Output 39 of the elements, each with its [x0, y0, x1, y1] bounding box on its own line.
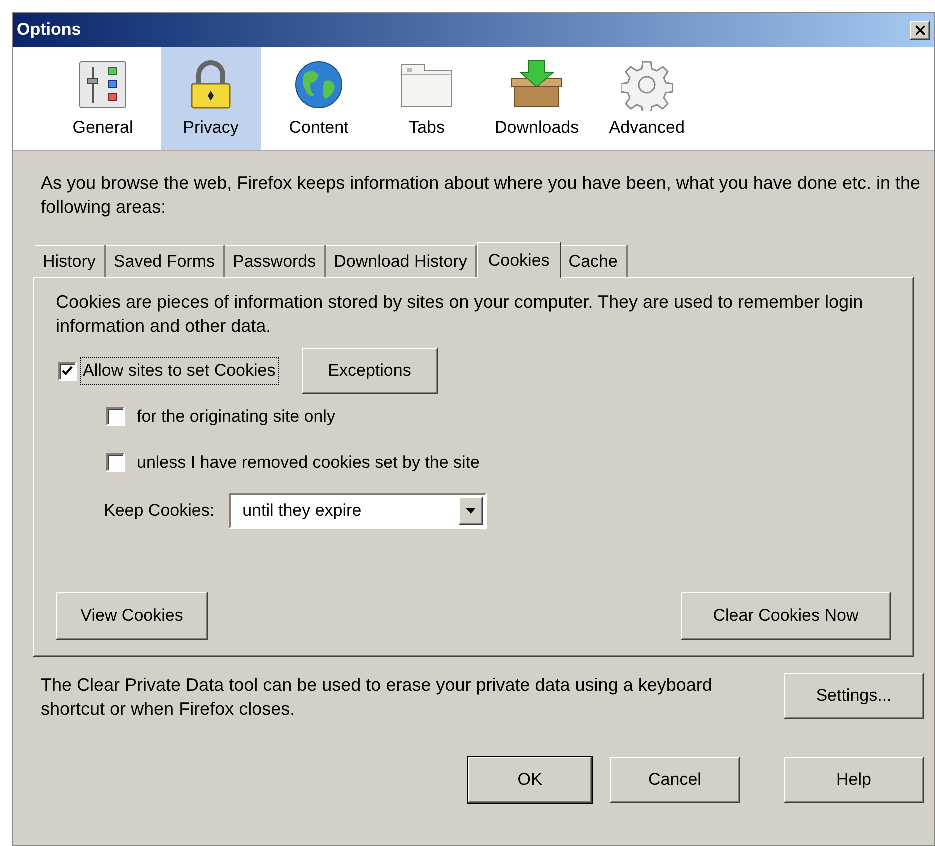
checkmark-icon [62, 366, 73, 376]
dialog-button[interactable]: Cancel [610, 757, 740, 803]
dialog-button[interactable]: Help [784, 757, 924, 803]
tab[interactable]: Saved Forms [106, 245, 225, 277]
clear-cookies-button[interactable]: Clear Cookies Now [681, 592, 891, 640]
toolbar-pane-button[interactable]: Tabs [377, 47, 477, 150]
private-data-text: The Clear Private Data tool can be used to erase your private data using a keyboard shortcut or when Firefox closes. [41, 674, 714, 721]
sliders-icon [77, 58, 129, 110]
toolbar-pane-button[interactable]: Privacy [161, 47, 261, 150]
checkbox[interactable] [106, 452, 125, 472]
view-cookies-button[interactable]: View Cookies [56, 592, 208, 640]
settings-button[interactable]: Settings... [784, 673, 924, 719]
tab[interactable]: History [35, 245, 106, 277]
tab[interactable]: Cookies [477, 242, 561, 278]
cookies-description: Cookies are pieces of information stored by sites on your computer. They are used to remember login information and other data. [56, 291, 864, 338]
close-button[interactable] [910, 20, 930, 40]
dropdown-arrow-button[interactable] [458, 497, 483, 525]
keep-cookies-label: Keep Cookies: [104, 500, 215, 522]
dialog-button[interactable]: OK [468, 757, 592, 803]
globe-icon [293, 58, 345, 110]
checkbox-label[interactable]: for the originating site only [137, 404, 336, 430]
exceptions-button[interactable]: Exceptions [302, 348, 438, 394]
keep-cookies-dropdown[interactable]: until they expire [228, 493, 487, 529]
toolbar-pane-button[interactable]: Content [269, 47, 369, 150]
toolbar-pane-button[interactable]: General [53, 47, 153, 150]
checkbox-label[interactable]: Allow sites to set Cookies [81, 358, 278, 384]
tab[interactable]: Download History [326, 245, 478, 277]
dropdown-arrow-icon [466, 508, 476, 514]
tab[interactable]: Cache [560, 245, 628, 277]
tab[interactable]: Passwords [225, 245, 326, 277]
checkbox-label[interactable]: unless I have removed cookies set by the site [137, 450, 480, 475]
toolbar-pane-button[interactable]: Advanced [597, 47, 698, 150]
checkbox[interactable] [106, 407, 125, 426]
box-download-icon [509, 58, 566, 110]
checkbox[interactable] [58, 362, 77, 380]
intro-text: As you browse the web, Firefox keeps information about where you have been, what you have done etc. in the following areas: [41, 172, 921, 219]
toolbar-pane-button[interactable]: Downloads [485, 47, 590, 150]
window-title: Options [17, 19, 82, 42]
gear-icon [621, 58, 674, 110]
